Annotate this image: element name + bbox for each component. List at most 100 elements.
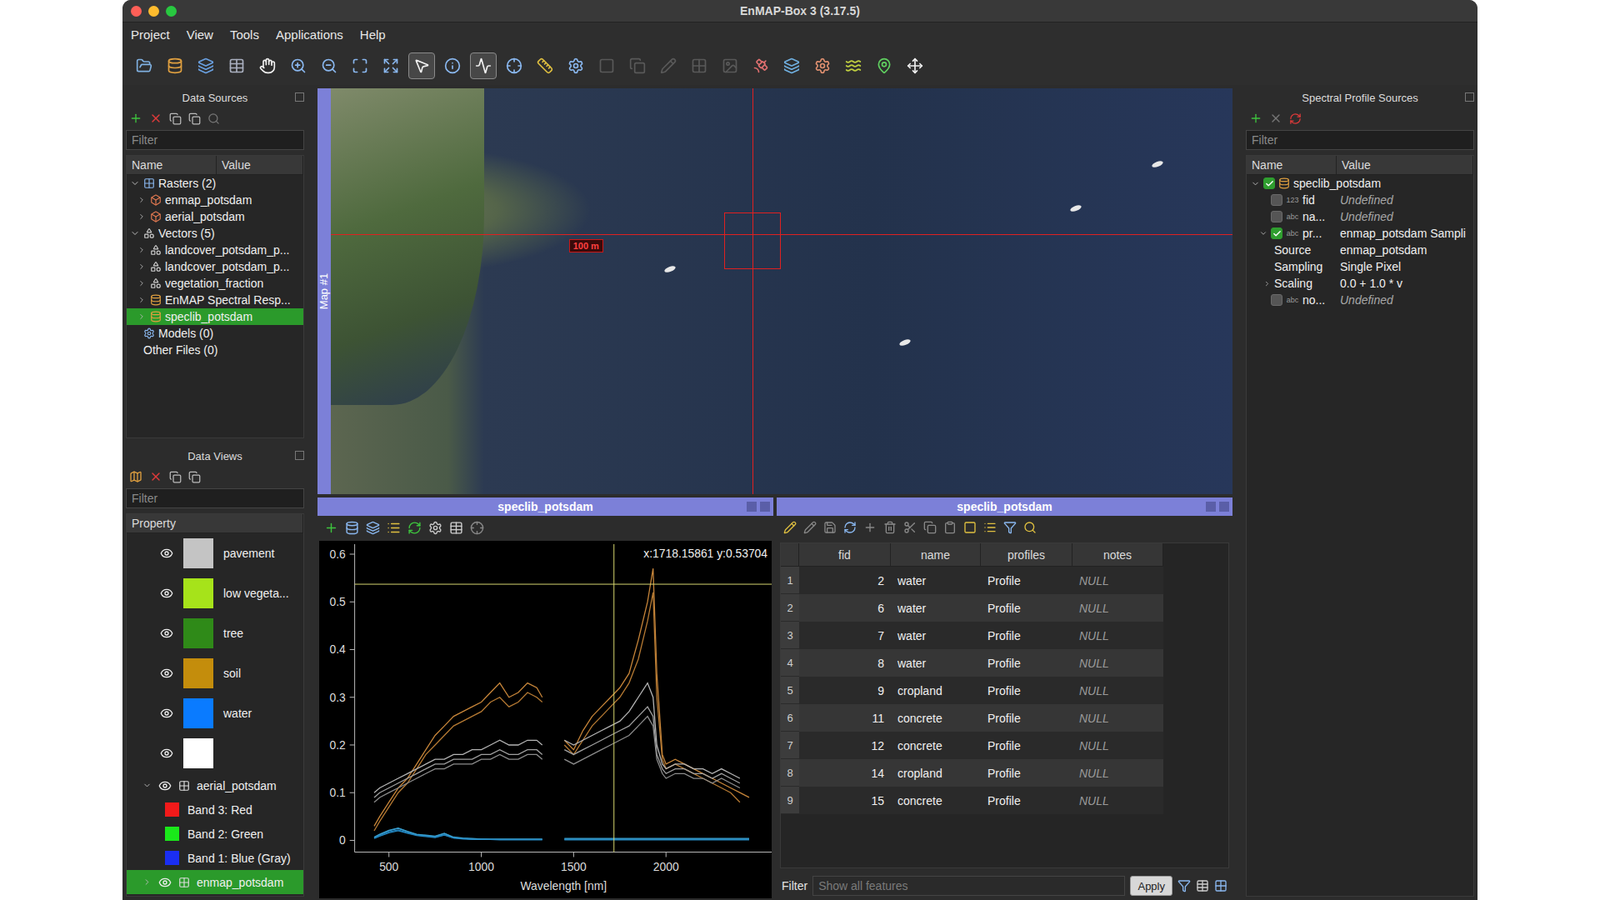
fid-cell[interactable]: 12	[799, 731, 891, 760]
filter-input[interactable]	[125, 130, 305, 150]
property-row[interactable]: SamplingSingle Pixel	[1246, 258, 1474, 275]
reload-icon[interactable]	[843, 520, 857, 535]
notes-cell[interactable]: NULL	[1072, 731, 1164, 760]
float-button[interactable]	[746, 501, 757, 512]
eye-icon[interactable]	[158, 779, 172, 793]
name-cell[interactable]: concrete	[890, 704, 981, 732]
table-view-icon[interactable]	[1195, 879, 1210, 893]
notes-cell[interactable]: NULL	[1072, 786, 1164, 815]
tree-item[interactable]: enmap_potsdam	[126, 191, 304, 209]
tree-group[interactable]: Vectors (5)	[126, 225, 304, 242]
tool-button[interactable]	[161, 52, 189, 80]
row-number[interactable]: 2	[780, 594, 800, 622]
tree-item[interactable]: aerial_potsdam	[126, 208, 304, 225]
filter-expression-input[interactable]	[812, 875, 1125, 896]
tree-group[interactable]: Models (0)	[126, 325, 304, 342]
row-number[interactable]: 5	[780, 676, 800, 705]
fid-cell[interactable]: 11	[799, 704, 891, 732]
tool-button[interactable]	[716, 52, 744, 80]
name-cell[interactable]: water	[890, 621, 981, 650]
name-cell[interactable]: water	[890, 594, 981, 622]
tool-button[interactable]	[377, 52, 405, 80]
row-number[interactable]: 1	[780, 566, 800, 595]
menu-item[interactable]: View	[186, 27, 214, 42]
filter-input[interactable]	[125, 488, 305, 509]
list-icon[interactable]	[386, 520, 401, 535]
row-number[interactable]: 7	[780, 731, 800, 760]
tool-button[interactable]	[901, 52, 929, 80]
tool-button[interactable]	[130, 52, 158, 80]
class-row[interactable]: soil	[126, 653, 304, 694]
cut-icon[interactable]	[903, 520, 917, 535]
delete-icon[interactable]	[883, 520, 897, 535]
property-row[interactable]: Sourceenmap_potsdam	[1246, 241, 1474, 259]
collapse-icon[interactable]	[169, 112, 182, 125]
tool-button[interactable]	[809, 52, 836, 80]
eye-icon[interactable]	[160, 586, 174, 600]
field-row[interactable]: 123fidUndefined	[1246, 191, 1474, 209]
tool-button[interactable]	[624, 52, 651, 80]
add-icon[interactable]	[129, 111, 143, 125]
copy-icon[interactable]	[923, 520, 937, 535]
menu-item[interactable]: Tools	[230, 27, 260, 42]
remove-icon[interactable]	[149, 111, 163, 125]
field-row[interactable]: abcpr...enmap_potsdam Sampli	[1246, 225, 1474, 242]
eye-icon[interactable]	[160, 666, 174, 680]
tool-button[interactable]	[500, 52, 528, 80]
column-header[interactable]: profiles	[980, 543, 1073, 567]
notes-cell[interactable]: NULL	[1072, 649, 1164, 677]
table-icon[interactable]	[449, 520, 464, 535]
expand-icon[interactable]	[188, 470, 201, 484]
edit-icon[interactable]	[783, 520, 797, 535]
profiles-cell[interactable]: Profile	[980, 786, 1073, 815]
fid-cell[interactable]: 8	[799, 649, 891, 677]
tree-group[interactable]: Other Files (0)	[126, 341, 304, 359]
notes-cell[interactable]: NULL	[1072, 594, 1164, 622]
row-number[interactable]: 8	[780, 759, 800, 787]
tool-button[interactable]	[593, 52, 620, 80]
profiles-cell[interactable]: Profile	[980, 676, 1073, 705]
add-feature-icon[interactable]	[863, 520, 877, 535]
float-button[interactable]	[295, 450, 305, 460]
checkbox[interactable]	[1270, 210, 1283, 223]
notes-cell[interactable]: NULL	[1072, 566, 1164, 595]
tree-item[interactable]: vegetation_fraction	[126, 275, 304, 292]
menu-item[interactable]: Help	[360, 27, 386, 42]
tree-item[interactable]: EnMAP Spectral Resp...	[126, 291, 304, 309]
filter-icon[interactable]	[1177, 879, 1191, 893]
fid-cell[interactable]: 15	[799, 786, 891, 815]
add-icon[interactable]	[324, 520, 339, 535]
checkbox[interactable]	[1270, 294, 1283, 306]
profiles-cell[interactable]: Profile	[980, 704, 1073, 732]
column-header[interactable]: name	[890, 543, 981, 567]
tool-button[interactable]	[408, 52, 435, 80]
add-icon[interactable]	[1249, 111, 1263, 125]
column-header[interactable]: fid	[799, 543, 891, 567]
tool-button[interactable]	[778, 52, 805, 80]
name-cell[interactable]: water	[890, 649, 981, 677]
settings-icon[interactable]	[428, 520, 443, 535]
field-row[interactable]: abcno...Undefined	[1246, 291, 1474, 309]
tool-button[interactable]	[531, 52, 559, 80]
tool-button[interactable]	[655, 52, 682, 80]
tree-item[interactable]: landcover_potsdam_p...	[126, 258, 304, 275]
save-icon[interactable]	[823, 520, 837, 535]
paste-icon[interactable]	[943, 520, 957, 535]
collapse-icon[interactable]	[169, 470, 182, 484]
tool-button[interactable]	[285, 52, 312, 80]
name-cell[interactable]: cropland	[890, 759, 981, 787]
refresh-icon[interactable]	[407, 520, 422, 535]
select-all-icon[interactable]	[983, 520, 997, 535]
name-cell[interactable]: cropland	[890, 676, 981, 705]
layer-row[interactable]: enmap_potsdam	[126, 870, 304, 895]
fid-cell[interactable]: 14	[799, 759, 891, 787]
checkbox[interactable]	[1263, 177, 1275, 190]
eye-icon[interactable]	[160, 626, 174, 640]
row-number[interactable]: 3	[780, 621, 800, 650]
form-view-icon[interactable]	[1214, 879, 1228, 893]
class-row[interactable]: tree	[126, 613, 304, 654]
expand-icon[interactable]	[188, 112, 201, 125]
tree-group[interactable]: Rasters (2)	[126, 175, 304, 192]
tool-button[interactable]	[470, 52, 497, 80]
eye-icon[interactable]	[160, 746, 174, 760]
